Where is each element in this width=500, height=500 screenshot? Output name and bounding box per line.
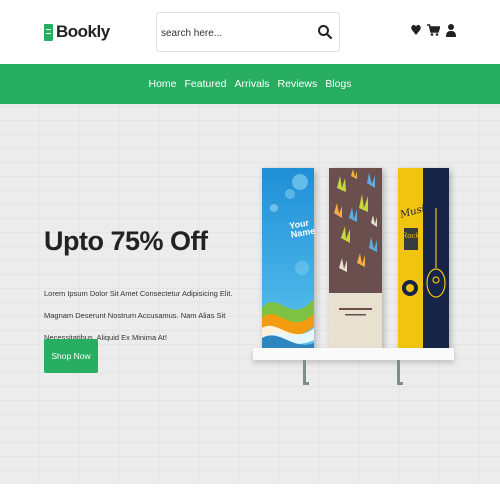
shop-now-button[interactable]: Shop Now <box>44 339 98 373</box>
book-cover-2[interactable] <box>329 168 382 351</box>
shelf-bracket-left <box>302 360 310 385</box>
user-icon[interactable] <box>446 22 456 38</box>
book-icon <box>44 23 53 41</box>
nav-arrivals[interactable]: Arrivals <box>235 78 270 90</box>
nav-featured[interactable]: Featured <box>185 78 227 90</box>
hero-section: Upto 75% Off Lorem Ipsum Dolor Sit Amet … <box>0 104 500 484</box>
hero-title: Upto 75% Off <box>44 226 208 256</box>
heart-icon[interactable] <box>411 22 421 38</box>
book-cover-3[interactable]: Music Rock <box>398 168 449 351</box>
nav-home[interactable]: Home <box>148 78 176 90</box>
shelf-bracket-right <box>396 360 404 385</box>
search-icon[interactable] <box>317 24 333 40</box>
search-input[interactable] <box>161 25 311 41</box>
cart-icon[interactable] <box>427 22 441 38</box>
book-cover-1[interactable]: Your Name <box>262 168 316 351</box>
book-title-1: Your Name <box>288 217 316 240</box>
page-bottom <box>0 484 500 500</box>
main-nav: Home Featured Arrivals Reviews Blogs <box>0 64 500 104</box>
book-shelf <box>253 348 454 360</box>
nav-blogs[interactable]: Blogs <box>325 78 351 90</box>
nav-reviews[interactable]: Reviews <box>278 78 318 90</box>
brand-logo[interactable]: Bookly <box>44 22 110 42</box>
header-actions <box>411 22 456 38</box>
book-subtitle-3: Rock <box>402 232 420 240</box>
brand-name: Bookly <box>56 22 110 41</box>
search-box <box>156 12 340 52</box>
site-header: Bookly <box>0 0 500 64</box>
